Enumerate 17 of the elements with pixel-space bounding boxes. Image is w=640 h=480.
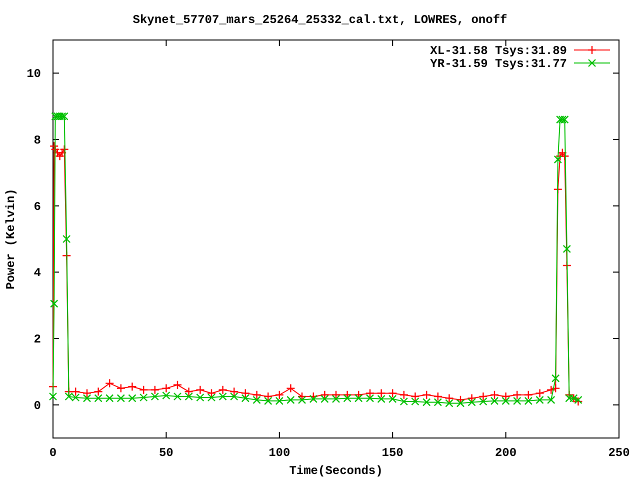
chart-title: Skynet_57707_mars_25264_25332_cal.txt, LOWRES, onoff: [132, 13, 508, 27]
x-axis-label: Time(Seconds): [289, 464, 383, 478]
x-tick-label: 150: [382, 446, 404, 460]
x-tick-label: 250: [608, 446, 630, 460]
x-tick-label: 100: [268, 446, 290, 460]
y-tick-label: 4: [34, 266, 41, 280]
x-tick-label: 50: [159, 446, 174, 460]
legend-label: XL-31.58 Tsys:31.89: [430, 44, 567, 58]
x-tick-label: 200: [495, 446, 517, 460]
y-tick-label: 2: [34, 332, 41, 346]
y-tick-label: 6: [34, 200, 41, 214]
legend-label: YR-31.59 Tsys:31.77: [430, 57, 567, 71]
y-tick-label: 0: [34, 398, 41, 413]
x-tick-label: 0: [49, 446, 57, 460]
y-axis-label: Power (Kelvin): [4, 188, 18, 290]
y-tick-label: 8: [34, 134, 41, 148]
y-tick-label: 10: [26, 67, 41, 82]
